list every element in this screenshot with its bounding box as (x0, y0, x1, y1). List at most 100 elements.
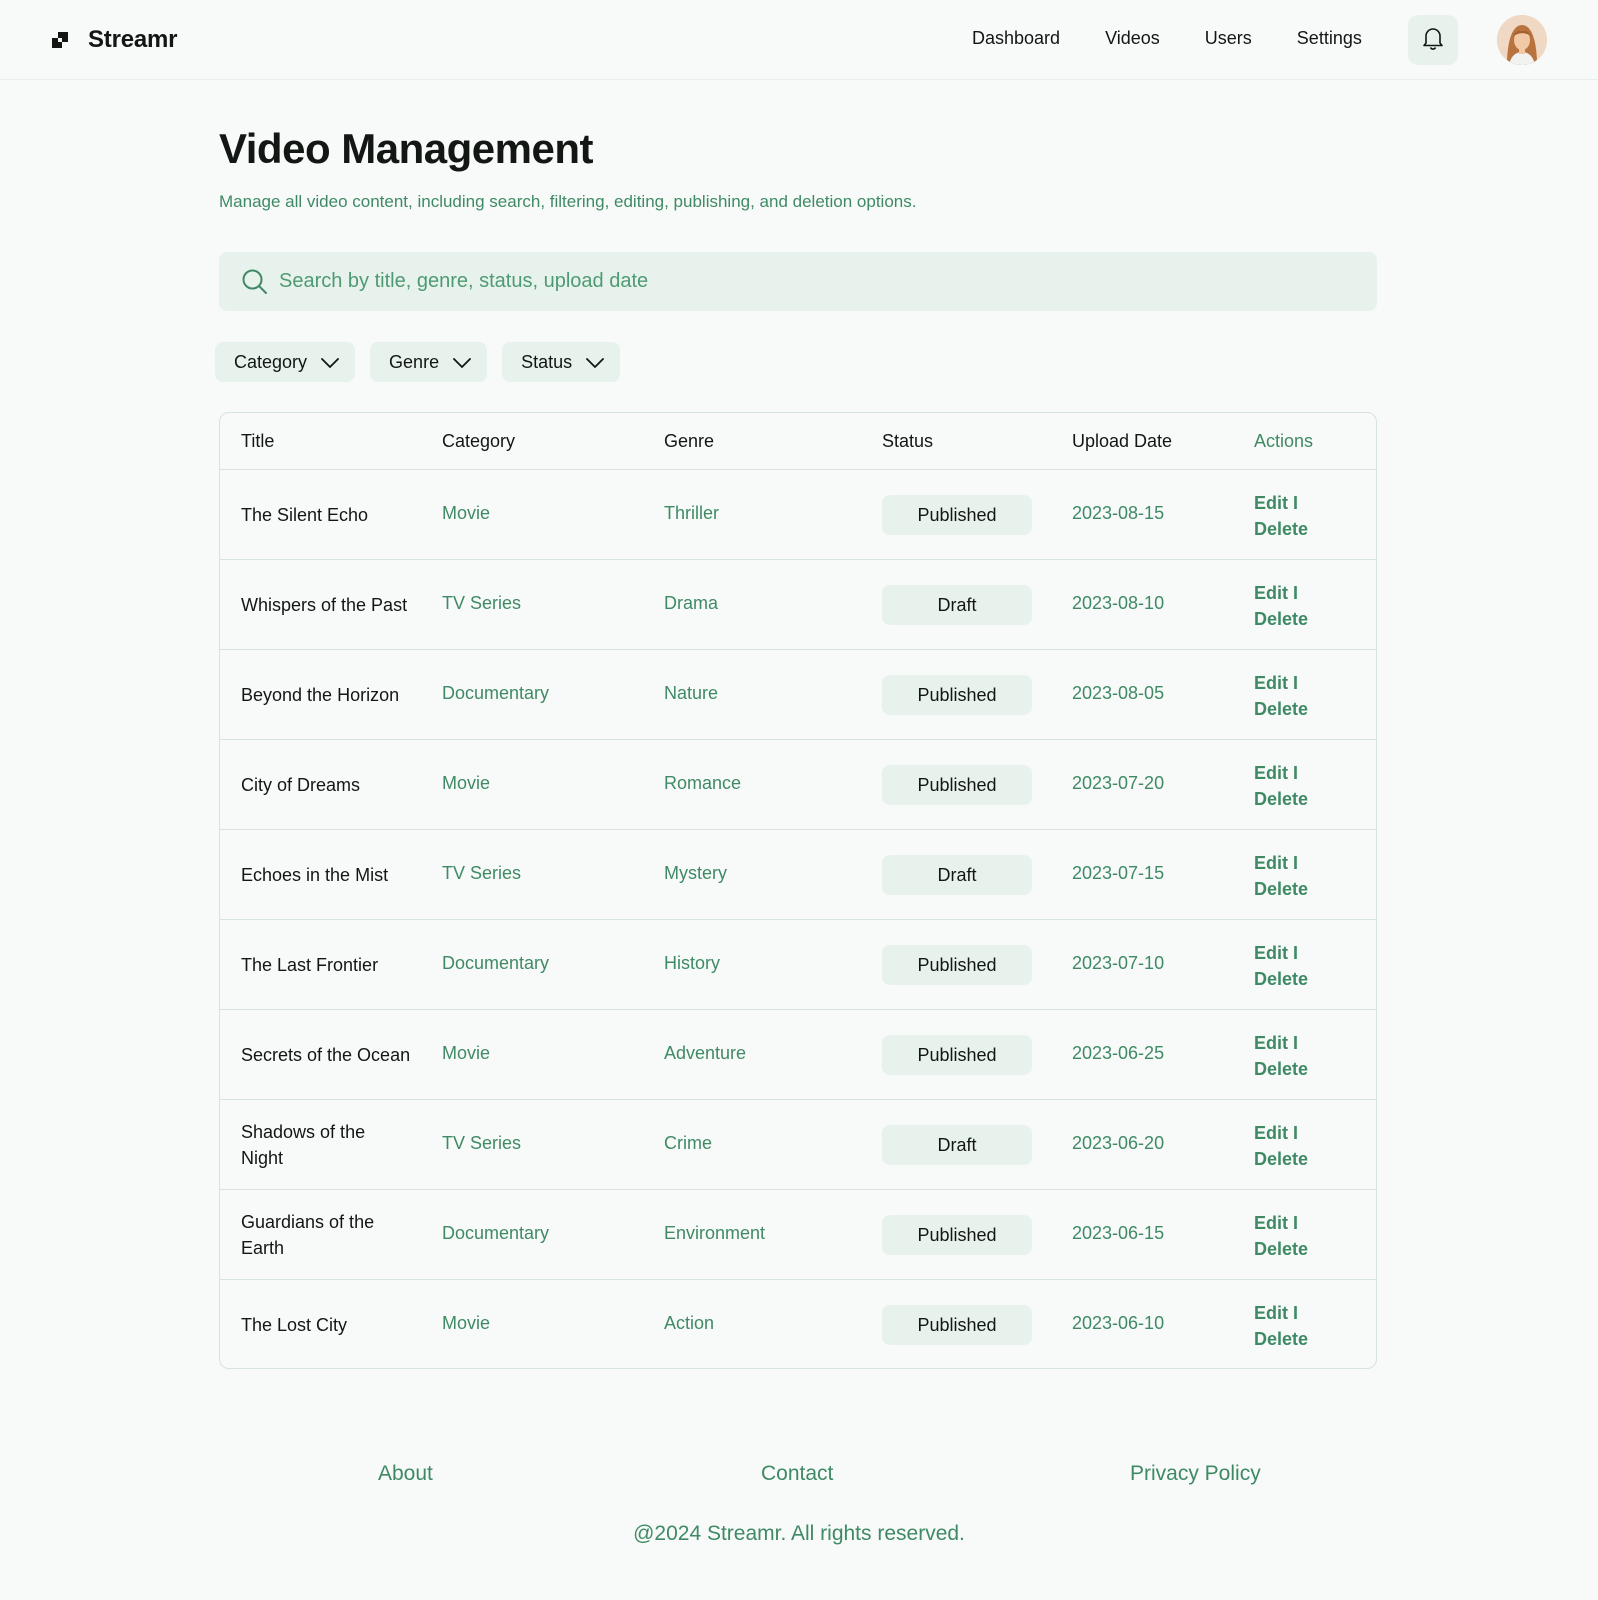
footer-link-about[interactable]: About (378, 1462, 433, 1486)
video-title: The Lost City (241, 1280, 411, 1368)
video-genre: Nature (664, 683, 719, 703)
footer-link-privacy-policy[interactable]: Privacy Policy (1130, 1462, 1261, 1486)
edit-button[interactable]: Edit I (1254, 493, 1298, 513)
table-row[interactable]: The Silent Echo Movie Thriller Published 202… (220, 470, 1376, 560)
delete-button[interactable]: Delete (1254, 1059, 1308, 1079)
nav-videos[interactable]: Videos (1105, 28, 1160, 49)
video-title-text: The Lost City (241, 1315, 348, 1335)
nav-settings[interactable]: Settings (1297, 28, 1362, 49)
table-row[interactable]: City of Dreams Movie Romance Published 2023-… (220, 740, 1376, 830)
delete-button[interactable]: Delete (1254, 609, 1308, 629)
video-title-text: Whispers of the Past (241, 595, 408, 615)
row-actions: Edit I Delete (1254, 580, 1364, 632)
upload-date: 2023-07-15 (1072, 863, 1165, 883)
table-row[interactable]: The Lost City Movie Action Published 2023-06… (220, 1280, 1376, 1368)
edit-button[interactable]: Edit I (1254, 853, 1298, 873)
column-header-actions: Actions (1254, 431, 1314, 451)
video-title-text: Secrets of the Ocean (241, 1045, 411, 1065)
footer-link-contact[interactable]: Contact (761, 1462, 833, 1486)
edit-button[interactable]: Edit I (1254, 763, 1298, 783)
column-header-category[interactable]: Category (442, 431, 515, 452)
table-row[interactable]: Whispers of the Past TV Series Drama Draft 2… (220, 560, 1376, 650)
nav-users[interactable]: Users (1205, 28, 1252, 49)
upload-date: 2023-06-10 (1072, 1313, 1165, 1333)
edit-button[interactable]: Edit I (1254, 1213, 1298, 1233)
video-title: City of Dreams (241, 740, 411, 830)
video-title-text: Shadows of the Night (241, 1122, 366, 1168)
video-genre: Mystery (664, 863, 727, 883)
video-title: The Last Frontier (241, 920, 411, 1010)
genre-filter-dropdown[interactable]: Genre (370, 342, 488, 382)
edit-button[interactable]: Edit I (1254, 673, 1298, 693)
row-actions: Edit I Delete (1254, 670, 1364, 722)
table-row[interactable]: The Last Frontier Documentary History Publi… (220, 920, 1376, 1010)
table-row[interactable]: Guardians of the Earth Documentary Environ… (220, 1190, 1376, 1280)
status-badge: Published (882, 945, 1032, 985)
brand[interactable]: Streamr (52, 26, 178, 54)
status-badge: Published (882, 1035, 1032, 1075)
video-category: Movie (442, 503, 491, 523)
table-row[interactable]: Echoes in the Mist TV Series Mystery Draft 2… (220, 830, 1376, 920)
delete-button[interactable]: Delete (1254, 699, 1308, 719)
search-bar[interactable] (219, 252, 1377, 311)
edit-button[interactable]: Edit I (1254, 1123, 1298, 1143)
edit-button[interactable]: Edit I (1254, 1303, 1298, 1323)
status-filter-dropdown[interactable]: Status (502, 342, 621, 382)
nav-dashboard[interactable]: Dashboard (972, 28, 1060, 49)
avatar[interactable] (1497, 15, 1547, 65)
chevron-down-icon (321, 352, 339, 373)
edit-button[interactable]: Edit I (1254, 1033, 1298, 1053)
row-actions: Edit I Delete (1254, 850, 1364, 902)
row-actions: Edit I Delete (1254, 1300, 1364, 1352)
video-category: TV Series (442, 593, 522, 613)
filter-label: Status (521, 351, 573, 372)
table-header: Title Category Genre Status Upload Date … (220, 413, 1376, 470)
search-input[interactable] (279, 252, 1359, 311)
column-header-status[interactable]: Status (882, 431, 933, 452)
video-title-text: Guardians of the Earth (241, 1212, 375, 1258)
video-title-text: The Last Frontier (241, 955, 379, 975)
upload-date: 2023-08-15 (1072, 503, 1165, 523)
video-category: Movie (442, 1043, 491, 1063)
table-body: The Silent Echo Movie Thriller Published 202… (220, 470, 1376, 1368)
upload-date: 2023-07-20 (1072, 773, 1165, 793)
table-row[interactable]: Secrets of the Ocean Movie Adventure Publis… (220, 1010, 1376, 1100)
column-header-title[interactable]: Title (241, 431, 274, 452)
upload-date: 2023-08-05 (1072, 683, 1165, 703)
video-category: TV Series (442, 1133, 522, 1153)
table-row[interactable]: Beyond the Horizon Documentary Nature Publi… (220, 650, 1376, 740)
video-title: Beyond the Horizon (241, 650, 411, 740)
status-badge: Published (882, 675, 1032, 715)
video-title: Whispers of the Past (241, 560, 411, 650)
video-category: Documentary (442, 683, 550, 703)
delete-button[interactable]: Delete (1254, 1239, 1308, 1259)
status-badge: Published (882, 1305, 1032, 1345)
video-category: Documentary (442, 953, 550, 973)
edit-button[interactable]: Edit I (1254, 943, 1298, 963)
video-genre: Adventure (664, 1043, 747, 1063)
status-badge: Published (882, 495, 1032, 535)
search-icon (241, 268, 268, 300)
page-title: Video Management (219, 125, 593, 172)
top-header: Streamr Dashboard Videos Users Settings (0, 0, 1598, 80)
footer-links: About Contact Privacy Policy (0, 1462, 1598, 1492)
column-header-genre[interactable]: Genre (664, 431, 714, 452)
delete-button[interactable]: Delete (1254, 969, 1308, 989)
edit-button[interactable]: Edit I (1254, 583, 1298, 603)
delete-button[interactable]: Delete (1254, 879, 1308, 899)
video-genre: Thriller (664, 503, 720, 523)
status-badge: Published (882, 765, 1032, 805)
row-actions: Edit I Delete (1254, 760, 1364, 812)
main-nav: Dashboard Videos Users Settings (972, 28, 1407, 49)
delete-button[interactable]: Delete (1254, 789, 1308, 809)
table-row[interactable]: Shadows of the Night TV Series Crime Draft 2… (220, 1100, 1376, 1190)
video-title-text: City of Dreams (241, 775, 361, 795)
brand-name: Streamr (88, 26, 178, 53)
delete-button[interactable]: Delete (1254, 519, 1308, 539)
status-badge: Draft (882, 1125, 1032, 1165)
column-header-upload-date[interactable]: Upload Date (1072, 431, 1172, 452)
delete-button[interactable]: Delete (1254, 1329, 1308, 1349)
delete-button[interactable]: Delete (1254, 1149, 1308, 1169)
category-filter-dropdown[interactable]: Category (215, 342, 356, 382)
notifications-button[interactable] (1408, 15, 1458, 65)
